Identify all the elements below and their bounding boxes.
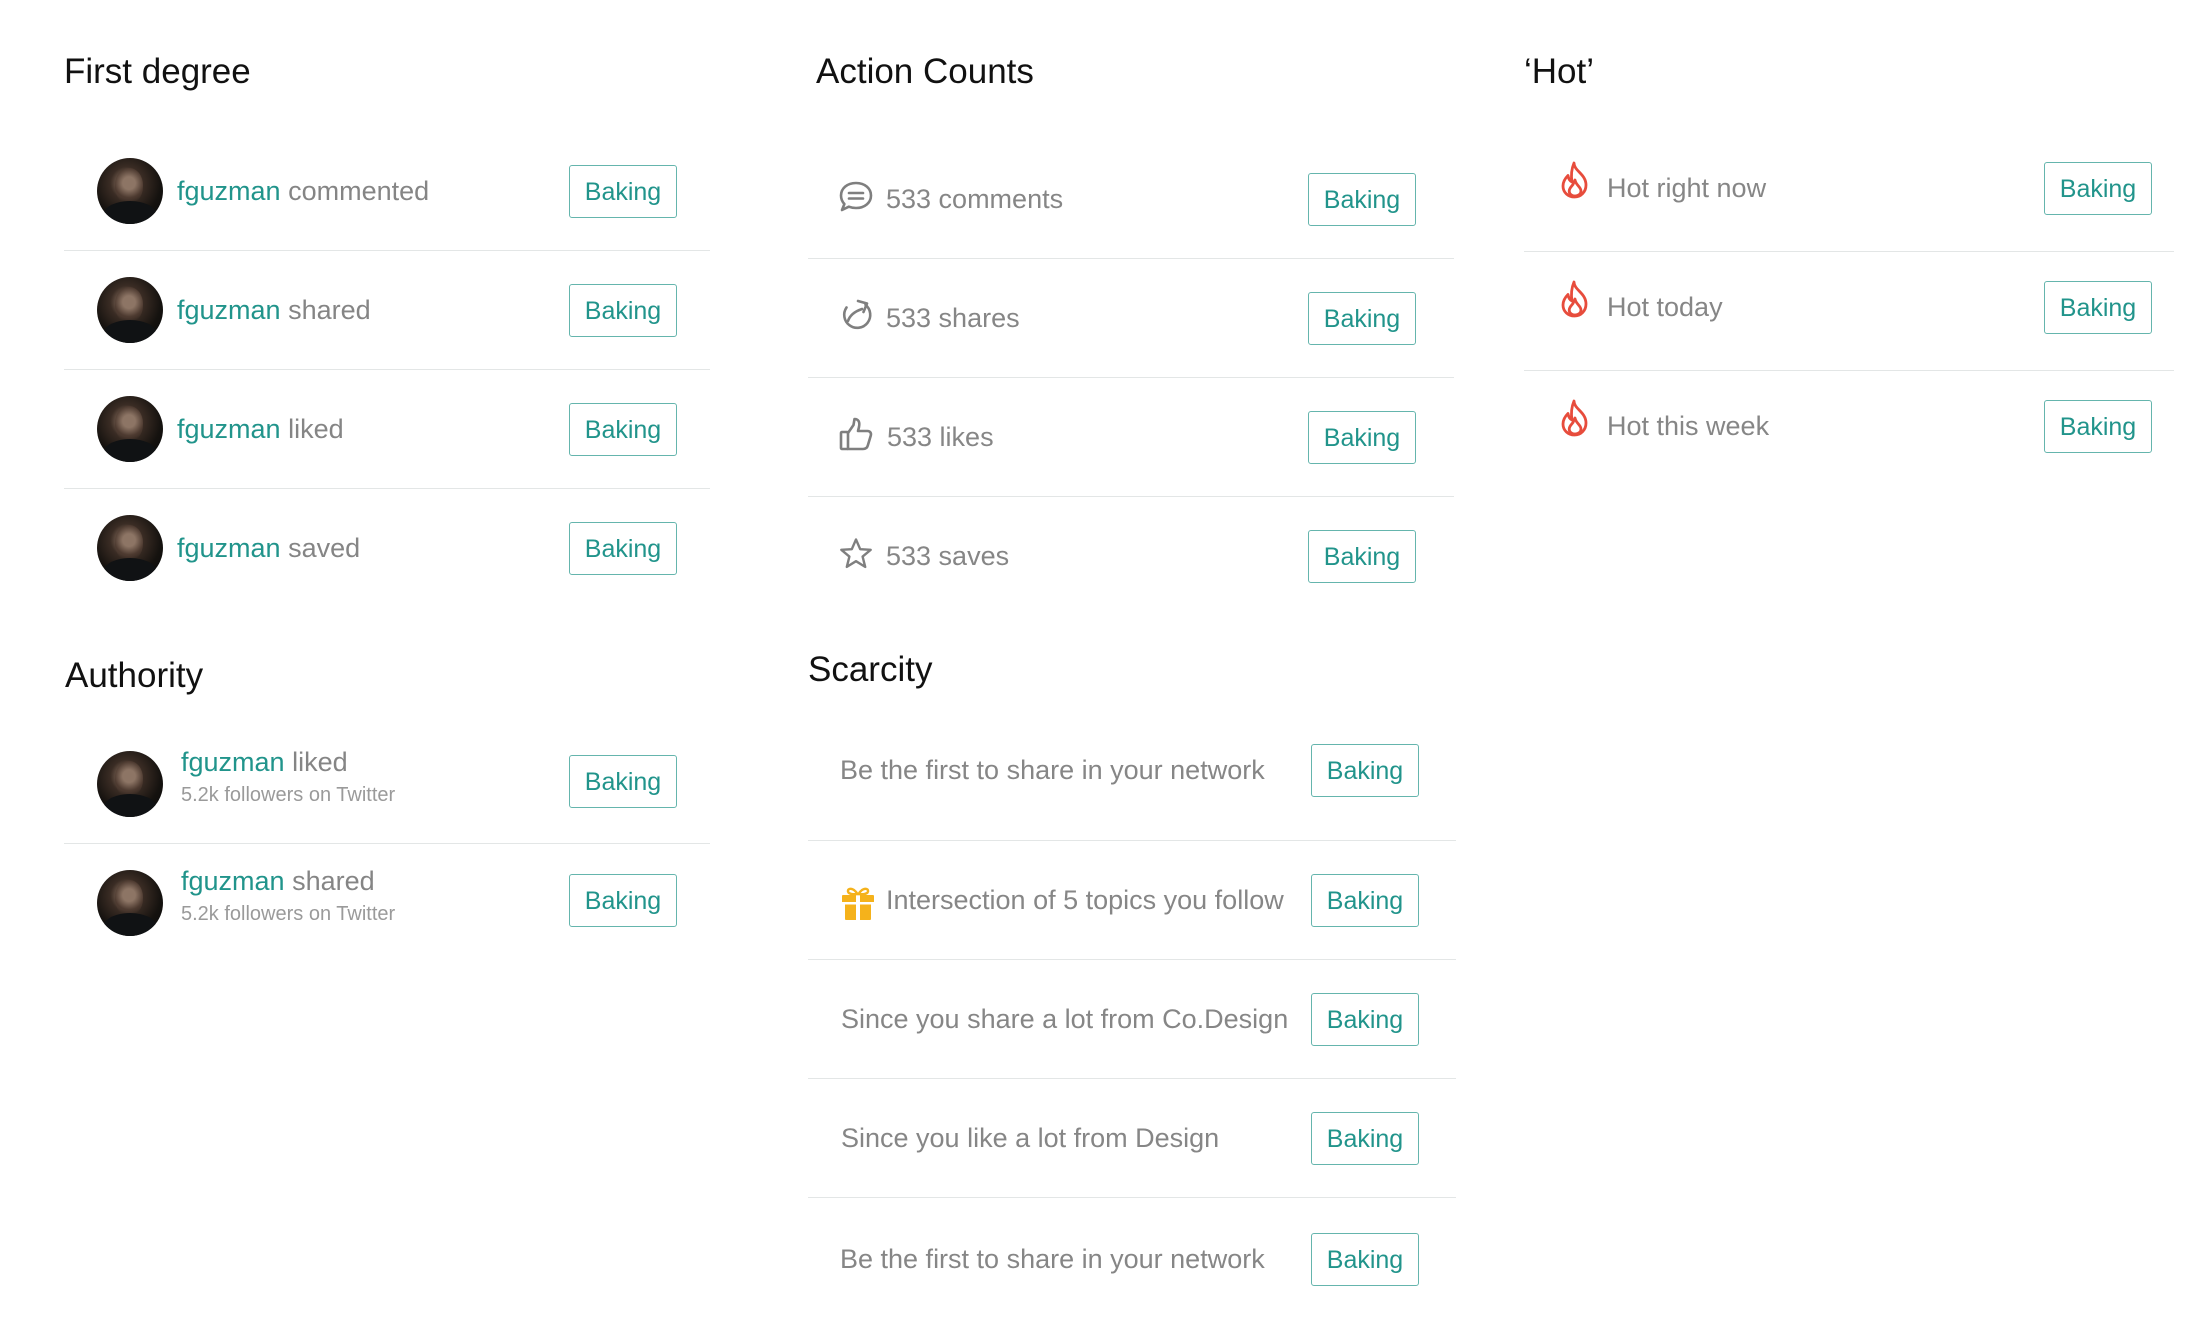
authority-title: Authority: [65, 656, 204, 695]
action-count-row: 533 shares Baking: [808, 258, 1454, 378]
topic-tag-button[interactable]: Baking: [569, 522, 677, 575]
first-degree-title: First degree: [64, 52, 251, 91]
first-degree-row: fguzman commented Baking: [64, 131, 710, 251]
username-link[interactable]: fguzman: [181, 747, 285, 777]
activity-text: fguzman liked: [181, 744, 348, 780]
hot-text: Hot right now: [1607, 173, 1767, 203]
hot-row: Hot right now Baking: [1524, 132, 2174, 252]
authority-row: fguzman liked 5.2k followers on Twitter …: [64, 724, 710, 844]
topic-tag-button[interactable]: Baking: [1311, 744, 1419, 797]
scarcity-text: Since you like a lot from Design: [841, 1123, 1220, 1153]
authority-row: fguzman shared 5.2k followers on Twitter…: [64, 843, 710, 962]
scarcity-title: Scarcity: [808, 650, 933, 689]
username-link[interactable]: fguzman: [177, 176, 281, 206]
avatar[interactable]: [97, 277, 163, 343]
scarcity-text: Since you share a lot from Co.Design: [841, 1004, 1289, 1034]
flame-icon: [1558, 398, 1592, 438]
action-count-text: 533 likes: [887, 422, 994, 452]
scarcity-row: Be the first to share in your network Ba…: [808, 1197, 1456, 1316]
first-degree-section: First degree fguzman commented Baking fg…: [64, 48, 710, 581]
scarcity-row: Since you like a lot from Design Baking: [808, 1078, 1456, 1198]
username-link[interactable]: fguzman: [177, 533, 281, 563]
scarcity-row: Since you share a lot from Co.Design Bak…: [808, 959, 1456, 1079]
scarcity-row: Intersection of 5 topics you follow Baki…: [808, 840, 1456, 960]
topic-tag-button[interactable]: Baking: [1311, 1233, 1419, 1286]
topic-tag-button[interactable]: Baking: [569, 284, 677, 337]
activity-text: fguzman liked: [177, 411, 344, 447]
hot-row: Hot this week Baking: [1524, 370, 2174, 489]
avatar[interactable]: [97, 515, 163, 581]
action-count-row: 533 likes Baking: [808, 377, 1454, 497]
username-link[interactable]: fguzman: [177, 295, 281, 325]
activity-action: shared: [292, 866, 375, 896]
action-counts-title: Action Counts: [816, 52, 1034, 91]
username-link[interactable]: fguzman: [177, 414, 281, 444]
action-count-text: 533 saves: [886, 541, 1010, 571]
gift-icon: [840, 885, 876, 922]
scarcity-section: Scarcity Be the first to share in your n…: [808, 646, 1456, 1286]
topic-tag-button[interactable]: Baking: [1311, 993, 1419, 1046]
avatar[interactable]: [97, 751, 163, 817]
authority-section: Authority fguzman liked 5.2k followers o…: [64, 652, 710, 942]
activity-text: fguzman shared: [181, 863, 375, 899]
activity-text: fguzman shared: [177, 292, 371, 328]
activity-action: liked: [288, 414, 344, 444]
activity-action: saved: [288, 533, 361, 563]
scarcity-row: Be the first to share in your network Ba…: [808, 714, 1456, 841]
username-link[interactable]: fguzman: [181, 866, 285, 896]
activity-action: commented: [288, 176, 430, 206]
activity-action: liked: [292, 747, 348, 777]
topic-tag-button[interactable]: Baking: [1311, 874, 1419, 927]
action-count-text: 533 shares: [886, 303, 1020, 333]
avatar[interactable]: [97, 870, 163, 936]
scarcity-text: Intersection of 5 topics you follow: [886, 885, 1284, 915]
action-count-text: 533 comments: [886, 184, 1064, 214]
avatar[interactable]: [97, 158, 163, 224]
topic-tag-button[interactable]: Baking: [569, 874, 677, 927]
action-count-row: 533 saves Baking: [808, 496, 1454, 615]
flame-icon: [1558, 160, 1592, 200]
star-icon: [838, 536, 874, 572]
hot-title: ‘Hot’: [1524, 52, 1595, 91]
first-degree-row: fguzman liked Baking: [64, 369, 710, 489]
topic-tag-button[interactable]: Baking: [1308, 173, 1416, 226]
topic-tag-button[interactable]: Baking: [1311, 1112, 1419, 1165]
thumbs-up-icon: [838, 415, 874, 453]
topic-tag-button[interactable]: Baking: [2044, 281, 2152, 334]
hot-text: Hot this week: [1607, 411, 1770, 441]
hot-row: Hot today Baking: [1524, 251, 2174, 371]
scarcity-text: Be the first to share in your network: [840, 1244, 1265, 1274]
action-counts-section: Action Counts 533 comments Baking 533 sh…: [808, 48, 1454, 583]
topic-tag-button[interactable]: Baking: [569, 755, 677, 808]
topic-tag-button[interactable]: Baking: [2044, 400, 2152, 453]
activity-action: shared: [288, 295, 371, 325]
topic-tag-button[interactable]: Baking: [1308, 530, 1416, 583]
topic-tag-button[interactable]: Baking: [1308, 411, 1416, 464]
hot-section: ‘Hot’ Hot right now Baking Hot today Bak…: [1524, 48, 2174, 453]
topic-tag-button[interactable]: Baking: [2044, 162, 2152, 215]
follower-count: 5.2k followers on Twitter: [181, 784, 396, 806]
hot-text: Hot today: [1607, 292, 1723, 322]
activity-text: fguzman commented: [177, 173, 429, 209]
topic-tag-button[interactable]: Baking: [569, 165, 677, 218]
first-degree-row: fguzman shared Baking: [64, 250, 710, 370]
topic-tag-button[interactable]: Baking: [569, 403, 677, 456]
flame-icon: [1558, 279, 1592, 319]
topic-tag-button[interactable]: Baking: [1308, 292, 1416, 345]
avatar[interactable]: [97, 396, 163, 462]
first-degree-row: fguzman saved Baking: [64, 488, 710, 607]
scarcity-text: Be the first to share in your network: [840, 755, 1265, 785]
activity-text: fguzman saved: [177, 530, 360, 566]
share-icon: [838, 297, 874, 333]
follower-count: 5.2k followers on Twitter: [181, 903, 396, 925]
comment-icon: [838, 179, 874, 215]
action-count-row: 533 comments Baking: [808, 139, 1454, 259]
